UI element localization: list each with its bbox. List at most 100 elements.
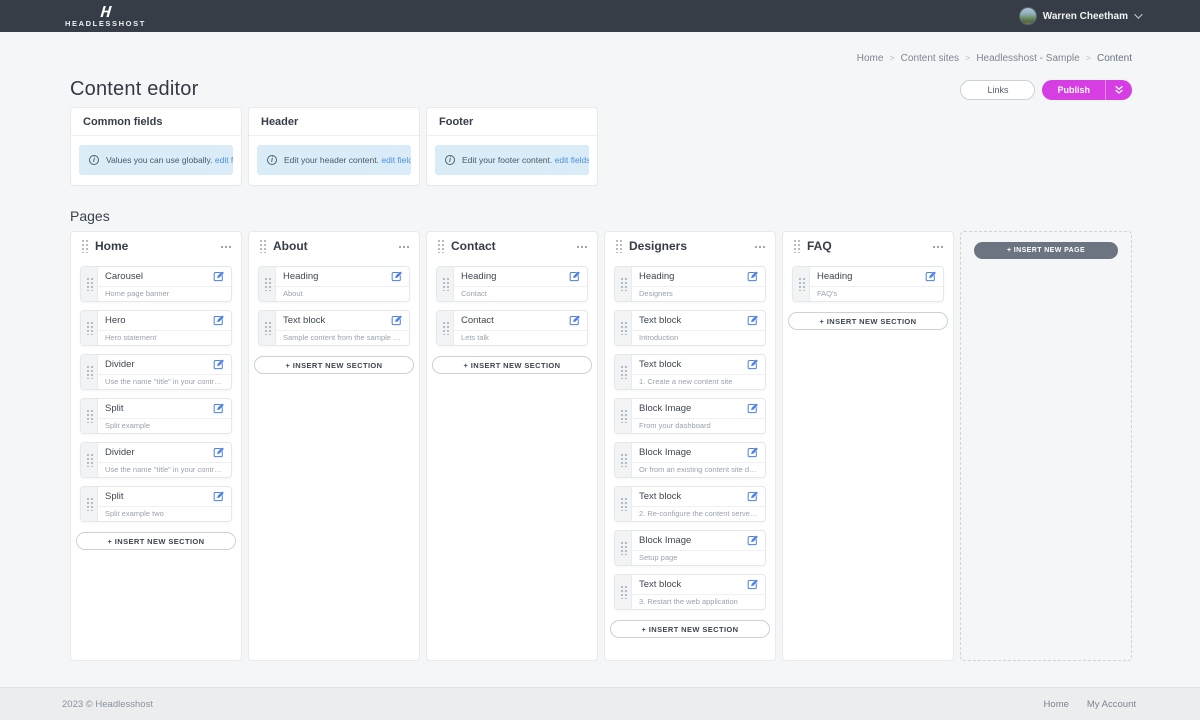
drag-handle-icon[interactable] — [81, 239, 88, 253]
section-drag-handle[interactable] — [615, 267, 632, 301]
edit-icon[interactable] — [213, 315, 224, 326]
column-menu-icon[interactable] — [220, 245, 231, 248]
edit-icon[interactable] — [213, 359, 224, 370]
edit-fields-link[interactable]: edit fields — [555, 155, 589, 165]
edit-icon[interactable] — [569, 315, 580, 326]
links-button[interactable]: Links — [960, 80, 1035, 100]
section-drag-handle[interactable] — [259, 267, 276, 301]
section-drag-handle[interactable] — [437, 311, 454, 345]
section-card[interactable]: Block Image Or from an existing content … — [614, 442, 766, 478]
edit-icon[interactable] — [213, 403, 224, 414]
section-drag-handle[interactable] — [615, 355, 632, 389]
section-drag-handle[interactable] — [81, 443, 98, 477]
section-drag-handle[interactable] — [81, 487, 98, 521]
section-card[interactable]: Text block 2. Re-configure the content s… — [614, 486, 766, 522]
section-card[interactable]: Hero Hero statement — [80, 310, 232, 346]
edit-icon[interactable] — [569, 271, 580, 282]
section-card[interactable]: Text block Sample content from the sampl… — [258, 310, 410, 346]
drag-handle-icon[interactable] — [615, 239, 622, 253]
section-card[interactable]: Heading Designers — [614, 266, 766, 302]
section-drag-handle[interactable] — [615, 575, 632, 609]
insert-new-section-button[interactable]: + INSERT NEW SECTION — [610, 620, 770, 638]
section-drag-handle[interactable] — [615, 487, 632, 521]
section-card[interactable]: Block Image Setup page — [614, 530, 766, 566]
section-card[interactable]: Text block 1. Create a new content site — [614, 354, 766, 390]
drag-handle-icon[interactable] — [793, 239, 800, 253]
section-list: Heading About Text block — [249, 260, 419, 374]
column-menu-icon[interactable] — [398, 245, 409, 248]
section-drag-handle[interactable] — [81, 399, 98, 433]
insert-new-page-button[interactable]: + INSERT NEW PAGE — [974, 242, 1118, 259]
edit-icon[interactable] — [747, 359, 758, 370]
drag-handle-icon[interactable] — [259, 239, 266, 253]
edit-icon[interactable] — [213, 491, 224, 502]
page-header: Content editor Links Publish — [70, 78, 1132, 101]
column-menu-icon[interactable] — [932, 245, 943, 248]
section-summary: Use the name "title" in your controls to… — [98, 375, 231, 389]
edit-fields-link[interactable]: edit fields — [215, 155, 233, 165]
section-drag-handle[interactable] — [793, 267, 810, 301]
breadcrumb-separator: > — [1086, 53, 1091, 63]
drag-dots-icon — [620, 585, 627, 599]
double-chevron-down-icon[interactable] — [1106, 85, 1132, 95]
edit-icon[interactable] — [747, 535, 758, 546]
edit-icon[interactable] — [747, 491, 758, 502]
section-summary: Use the name "title" in your controls to… — [98, 463, 231, 477]
brand-logo[interactable]: HEADLESSHOST — [65, 5, 146, 28]
edit-icon[interactable] — [391, 315, 402, 326]
section-drag-handle[interactable] — [615, 443, 632, 477]
user-menu[interactable]: Warren Cheetham — [1019, 7, 1140, 25]
section-drag-handle[interactable] — [615, 399, 632, 433]
page-column: About Heading About — [248, 231, 420, 661]
edit-icon[interactable] — [391, 271, 402, 282]
insert-new-section-button[interactable]: + INSERT NEW SECTION — [788, 312, 948, 330]
drag-handle-icon[interactable] — [437, 239, 444, 253]
breadcrumb-separator: > — [965, 53, 970, 63]
breadcrumb-item[interactable]: Content — [1097, 53, 1132, 64]
footer-link-home[interactable]: Home — [1044, 699, 1069, 710]
edit-icon[interactable] — [747, 579, 758, 590]
section-card[interactable]: Text block 3. Restart the web applicatio… — [614, 574, 766, 610]
section-card[interactable]: Split Split example two — [80, 486, 232, 522]
section-drag-handle[interactable] — [259, 311, 276, 345]
section-card[interactable]: Heading FAQ's — [792, 266, 944, 302]
section-drag-handle[interactable] — [81, 311, 98, 345]
section-card[interactable]: Heading About — [258, 266, 410, 302]
edit-icon[interactable] — [747, 271, 758, 282]
section-drag-handle[interactable] — [81, 355, 98, 389]
insert-new-section-button[interactable]: + INSERT NEW SECTION — [76, 532, 236, 550]
section-card[interactable]: Carousel Home page banner — [80, 266, 232, 302]
section-type: Split — [105, 403, 123, 414]
breadcrumb-item[interactable]: Home — [857, 53, 884, 64]
section-card[interactable]: Text block Introduction — [614, 310, 766, 346]
section-card[interactable]: Split Split example — [80, 398, 232, 434]
section-drag-handle[interactable] — [81, 267, 98, 301]
edit-icon[interactable] — [747, 315, 758, 326]
section-type: Block Image — [639, 535, 691, 546]
edit-icon[interactable] — [747, 403, 758, 414]
column-menu-icon[interactable] — [576, 245, 587, 248]
insert-new-section-button[interactable]: + INSERT NEW SECTION — [432, 356, 592, 374]
section-card[interactable]: Heading Contact — [436, 266, 588, 302]
section-card[interactable]: Divider Use the name "title" in your con… — [80, 354, 232, 390]
breadcrumb-item[interactable]: Content sites — [901, 53, 959, 64]
edit-fields-link[interactable]: edit fields — [381, 155, 411, 165]
edit-icon[interactable] — [213, 271, 224, 282]
section-drag-handle[interactable] — [437, 267, 454, 301]
footer-link-my-account[interactable]: My Account — [1087, 699, 1136, 710]
drag-dots-icon — [86, 453, 93, 467]
drag-dots-icon — [86, 409, 93, 423]
breadcrumb-item[interactable]: Headlesshost - Sample — [976, 53, 1079, 64]
column-menu-icon[interactable] — [754, 245, 765, 248]
section-card[interactable]: Block Image From your dashboard — [614, 398, 766, 434]
section-summary: Lets talk — [454, 331, 587, 345]
insert-new-section-button[interactable]: + INSERT NEW SECTION — [254, 356, 414, 374]
edit-icon[interactable] — [925, 271, 936, 282]
edit-icon[interactable] — [747, 447, 758, 458]
publish-button[interactable]: Publish — [1042, 80, 1132, 100]
section-drag-handle[interactable] — [615, 531, 632, 565]
edit-icon[interactable] — [213, 447, 224, 458]
section-drag-handle[interactable] — [615, 311, 632, 345]
section-card[interactable]: Contact Lets talk — [436, 310, 588, 346]
section-card[interactable]: Divider Use the name "title" in your con… — [80, 442, 232, 478]
